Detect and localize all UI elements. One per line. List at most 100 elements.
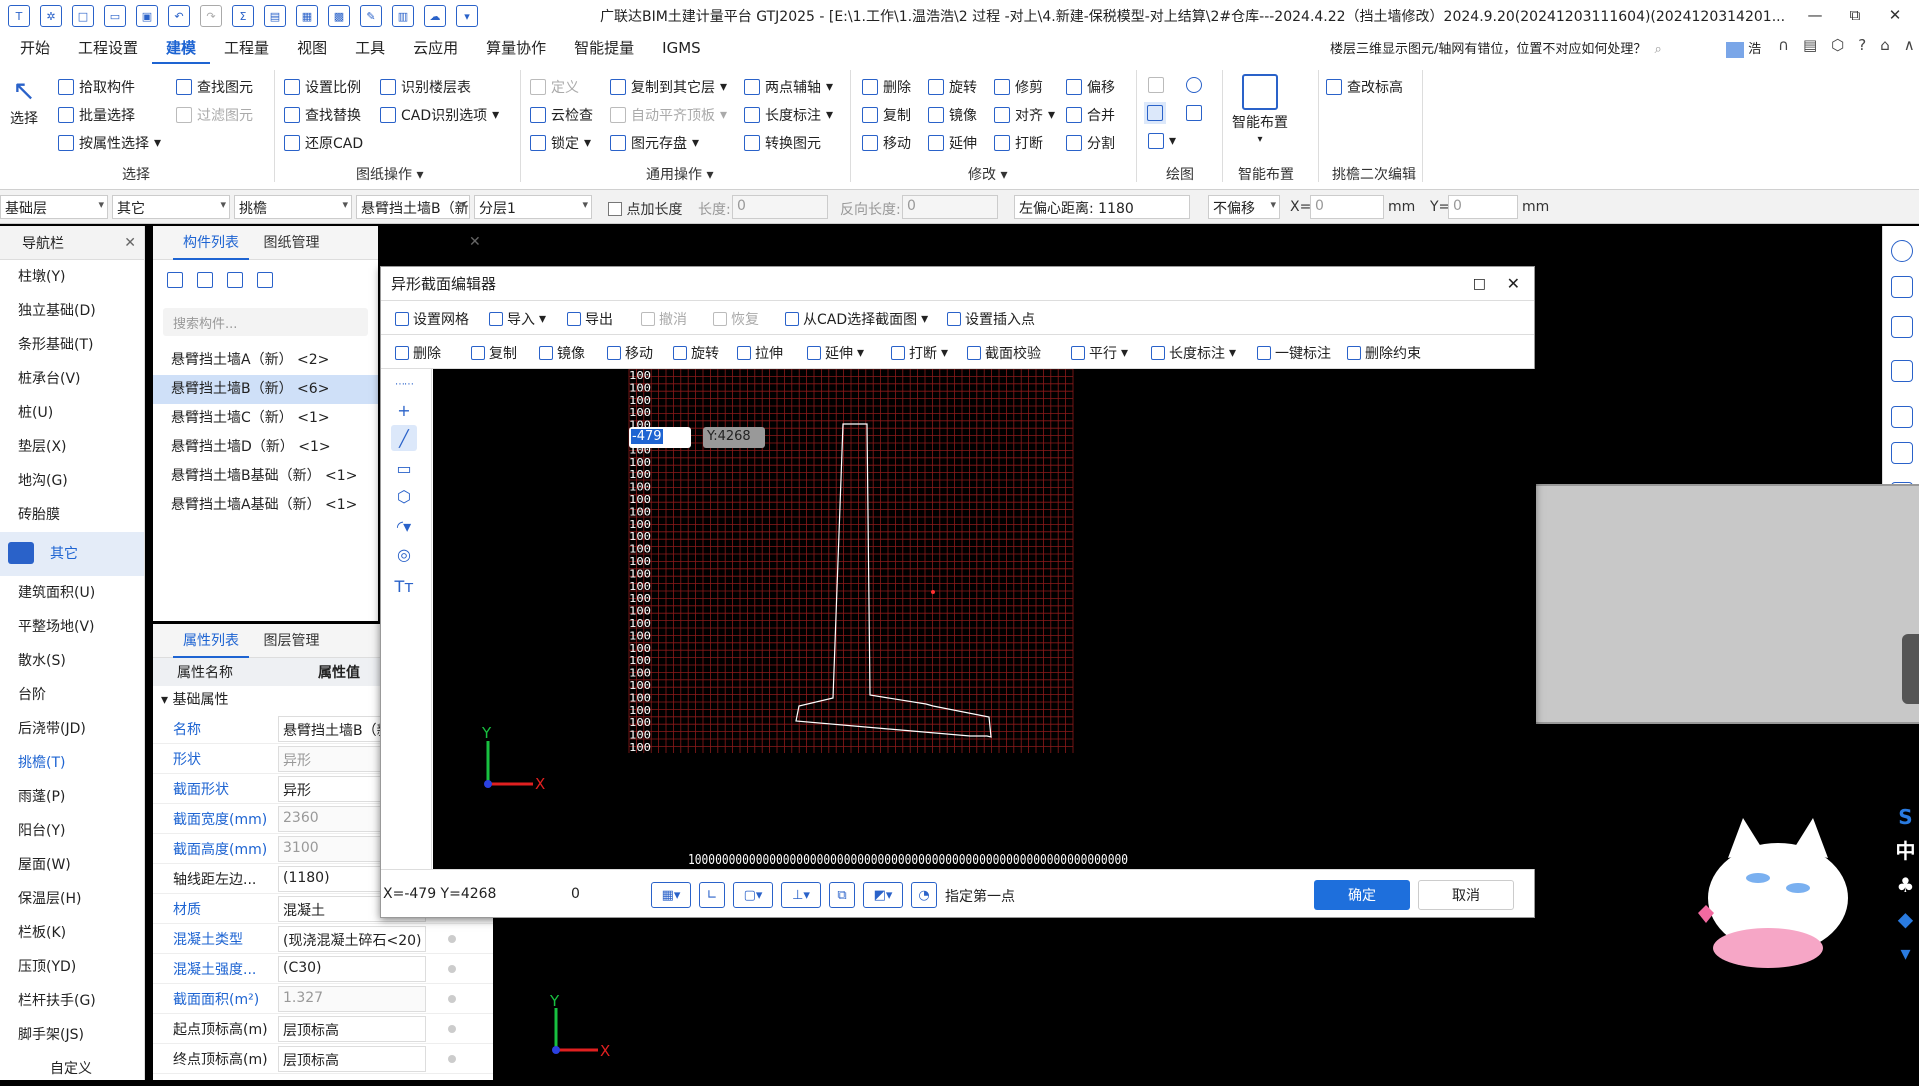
floor-select[interactable]: 基础层 bbox=[0, 195, 108, 219]
section-canvas[interactable]: 100 100 100 100 100 100 100 100 100 100 100 100 100 1… bbox=[433, 369, 1535, 869]
menu-project-settings[interactable]: 工程设置 bbox=[64, 32, 152, 64]
component-list-item[interactable]: 悬臂挡土墙A基础（新） <1> bbox=[153, 491, 378, 520]
two-point-axis-button[interactable]: 两点辅轴 ▾ bbox=[744, 77, 833, 97]
menu-modeling[interactable]: 建模 bbox=[152, 32, 211, 64]
dlg-extend-button[interactable]: 延伸 ▾ bbox=[807, 343, 864, 363]
ime-down-icon[interactable]: ▾ bbox=[1892, 936, 1919, 970]
minimize-button[interactable]: — bbox=[1800, 2, 1830, 28]
x-input[interactable]: 0 bbox=[1310, 195, 1384, 219]
extend-button[interactable]: 延伸 bbox=[928, 133, 977, 153]
nav-item[interactable]: 雨蓬(P) bbox=[0, 780, 144, 814]
help-icon[interactable]: ? bbox=[1858, 36, 1866, 54]
ime-s-icon[interactable]: S bbox=[1892, 800, 1919, 834]
split-button[interactable]: 分割 bbox=[1066, 133, 1115, 153]
component-list-item[interactable]: 悬臂挡土墙B（新） <6> bbox=[153, 375, 378, 404]
dlg-mirror-button[interactable]: 镜像 bbox=[539, 343, 585, 363]
undo-button[interactable]: 撤消 bbox=[641, 309, 687, 329]
dotted-line-icon[interactable]: ⋯⋯ bbox=[391, 371, 417, 397]
menu-quantity[interactable]: 工程量 bbox=[210, 32, 283, 64]
box-view-icon[interactable] bbox=[1891, 316, 1913, 338]
convert-element-button[interactable]: 转换图元 bbox=[744, 133, 821, 153]
lock-button[interactable]: 锁定 ▾ bbox=[530, 133, 591, 153]
select-by-attr-button[interactable]: 按属性选择 ▾ bbox=[58, 133, 161, 153]
batch-select-button[interactable]: 批量选择 bbox=[58, 105, 135, 125]
set-scale-button[interactable]: 设置比例 bbox=[284, 77, 361, 97]
parallel-button[interactable]: 平行 ▾ bbox=[1071, 343, 1128, 363]
report-icon[interactable]: ▤ bbox=[264, 5, 286, 27]
layer-copy-icon[interactable] bbox=[257, 272, 273, 288]
nav-item[interactable]: 散水(S) bbox=[0, 644, 144, 678]
nav-item[interactable]: 保温层(H) bbox=[0, 882, 144, 916]
save-element-button[interactable]: 图元存盘 ▾ bbox=[610, 133, 699, 153]
rect-icon[interactable]: ▭ bbox=[391, 455, 417, 481]
menu-collab[interactable]: 算量协作 bbox=[472, 32, 560, 64]
draw-arc-button[interactable]: ▾ bbox=[1148, 133, 1176, 149]
move-button[interactable]: 移动 bbox=[862, 133, 911, 153]
nav-item[interactable]: 栏板(K) bbox=[0, 916, 144, 950]
filter-element-button[interactable]: 过滤图元 bbox=[176, 105, 253, 125]
cad-options-button[interactable]: CAD识别选项 ▾ bbox=[380, 105, 499, 125]
open-folder-icon[interactable]: ▭ bbox=[104, 5, 126, 27]
cloud-icon[interactable]: ☁ bbox=[424, 5, 446, 27]
align-button[interactable]: 对齐 ▾ bbox=[994, 105, 1055, 125]
nav-item[interactable]: 桩承台(V) bbox=[0, 362, 144, 396]
draw-point-button[interactable] bbox=[1148, 77, 1164, 93]
auto-align-slab-button[interactable]: 自动平齐顶板 ▾ bbox=[610, 105, 727, 125]
draw-line-button[interactable] bbox=[1144, 102, 1166, 124]
tab-drawing-manage[interactable]: 图纸管理 bbox=[253, 226, 329, 260]
nav-item[interactable]: 建筑面积(U) bbox=[0, 576, 144, 610]
sum-icon[interactable]: Σ bbox=[232, 5, 254, 27]
define-button[interactable]: 定义 bbox=[530, 77, 579, 97]
copy-button[interactable]: 复制 bbox=[862, 105, 911, 125]
undo-icon[interactable]: ↶ bbox=[168, 5, 190, 27]
coord-x-input[interactable]: -479 bbox=[629, 427, 691, 448]
calendar-icon[interactable]: ▤ bbox=[1803, 36, 1817, 54]
modify-elevation-button[interactable]: 查改标高 bbox=[1326, 77, 1403, 97]
point-length-checkbox[interactable]: 点加长度 bbox=[608, 199, 682, 219]
nav-item[interactable]: 独立基础(D) bbox=[0, 294, 144, 328]
coord-y-input[interactable]: Y:4268 bbox=[703, 427, 765, 448]
user-area[interactable]: 浩 bbox=[1726, 38, 1761, 58]
orbit-icon[interactable] bbox=[1891, 240, 1913, 262]
polygon-icon[interactable]: ⬡ bbox=[391, 483, 417, 509]
cloud-check-button[interactable]: 云检查 bbox=[530, 105, 593, 125]
snap-toggle-icon[interactable]: ▢▾ bbox=[733, 882, 773, 908]
select-button[interactable]: ↖ 选择 bbox=[10, 76, 38, 128]
nav-item-custom[interactable]: 自定义 bbox=[0, 1052, 144, 1086]
tab-attribute-list[interactable]: 属性列表 bbox=[173, 624, 249, 658]
edit-icon[interactable]: ✎ bbox=[360, 5, 382, 27]
dlg-copy-button[interactable]: 复制 bbox=[471, 343, 517, 363]
smart-layout-button[interactable]: 智能布置 ▾ bbox=[1232, 74, 1288, 145]
length-mark-button[interactable]: 长度标注 ▾ bbox=[744, 105, 833, 125]
category-select[interactable]: 其它 bbox=[112, 195, 230, 219]
nav-item[interactable]: 压顶(YD) bbox=[0, 950, 144, 984]
fullscreen-icon[interactable] bbox=[1891, 406, 1913, 428]
nav-item[interactable]: 平整场地(V) bbox=[0, 610, 144, 644]
select-from-cad-button[interactable]: 从CAD选择截面图 ▾ bbox=[785, 309, 928, 329]
set-grid-button[interactable]: 设置网格 bbox=[395, 309, 469, 329]
section-check-button[interactable]: 截面校验 bbox=[967, 343, 1041, 363]
left-offset-input[interactable]: 左偏心距离: 1180 bbox=[1014, 195, 1190, 219]
line-icon[interactable]: ╱ bbox=[391, 425, 417, 451]
ime-toolbar[interactable]: S 中 ♣ ◆ ▾ bbox=[1892, 800, 1919, 980]
attribute-value[interactable]: (现浇混凝土碎石<20) bbox=[278, 925, 426, 952]
grid-icon[interactable]: ▩ bbox=[328, 5, 350, 27]
maximize-icon[interactable]: □ bbox=[1473, 267, 1486, 301]
ime-shirt-icon[interactable]: ♣ bbox=[1892, 868, 1919, 902]
grid-toggle-icon[interactable]: ▦▾ bbox=[651, 882, 691, 908]
draw-rect-button[interactable] bbox=[1186, 105, 1202, 121]
track-toggle-icon[interactable]: ⧉ bbox=[829, 882, 855, 908]
copy-to-floor-button[interactable]: 复制到其它层 ▾ bbox=[610, 77, 727, 97]
y-input[interactable]: 0 bbox=[1448, 195, 1518, 219]
nav-item[interactable]: 台阶 bbox=[0, 678, 144, 712]
close-icon[interactable]: ✕ bbox=[124, 235, 136, 251]
close-icon[interactable]: ✕ bbox=[469, 234, 481, 250]
nav-item[interactable]: 柱墩(Y) bbox=[0, 260, 144, 294]
cube-view-icon[interactable] bbox=[1891, 360, 1913, 382]
component-select[interactable]: 悬臂挡土墙B（新） bbox=[356, 195, 470, 219]
headset-icon[interactable]: ∩ bbox=[1778, 36, 1789, 54]
ime-chinese-icon[interactable]: 中 bbox=[1892, 834, 1919, 868]
pick-component-button[interactable]: 拾取构件 bbox=[58, 77, 135, 97]
redo-icon[interactable]: ↷ bbox=[200, 5, 222, 27]
dlg-stretch-button[interactable]: 拉伸 bbox=[737, 343, 783, 363]
